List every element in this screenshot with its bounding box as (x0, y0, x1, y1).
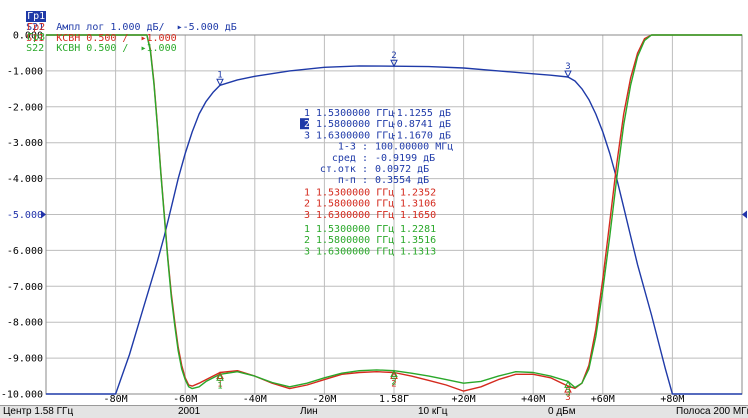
stat-row: ст.отк : 0.0972 дБ (320, 164, 429, 175)
marker-value: 1.1650 (400, 210, 436, 221)
trace-header: Гр1 S21 Ампл лог 1.000 дБ/ ▸-5.000 дБ Гр… (0, 0, 748, 54)
x-tick-label: +80М (660, 394, 684, 405)
status-points[interactable]: 2001 (178, 406, 200, 418)
status-bar: Центр 1.58 ГГц 2001 Лин 10 кГц 0 дБм Пол… (0, 405, 748, 418)
stat-label: 1-3 : (338, 142, 368, 153)
marker-index: 3 (304, 130, 310, 141)
y-tick-label: -1.000 (7, 66, 43, 77)
stat-value: -0.9199 дБ (375, 153, 435, 164)
marker-value: 1.2352 (400, 187, 436, 198)
marker-frequency: 1.6300000 ГГц (316, 246, 394, 257)
trace-marker-number: 3 (565, 388, 570, 398)
status-power[interactable]: 0 дБм (548, 406, 576, 418)
marker-value: -1.1670 дБ (391, 130, 451, 141)
y-tick-label: -10.000 (1, 390, 43, 401)
marker-row-tr2: 1 1.5300000 ГГц 1.2352 (304, 187, 436, 198)
stat-label: п-п : (338, 175, 368, 186)
x-tick-label: +60М (591, 394, 615, 405)
x-tick-label: -60М (173, 394, 197, 405)
x-tick-label: +40М (521, 394, 545, 405)
marker-index: 3 (304, 246, 310, 257)
marker-index: 1 (304, 108, 310, 119)
stat-row: сред : -0.9199 дБ (332, 153, 435, 164)
plot-area[interactable]: 0.000-1.000-2.000-3.000-4.000-5.000-6.00… (0, 0, 748, 418)
trace3-settings: S22 КСВН 0.500 / ▸1.000 (26, 43, 177, 54)
marker-value: 1.3106 (400, 199, 436, 210)
y-tick-label: -8.000 (7, 318, 43, 329)
trace-marker-number: 2 (391, 378, 396, 388)
marker-frequency: 1.6300000 ГГц (316, 130, 394, 141)
marker-row-tr3: 2 1.5800000 ГГц 1.3516 (304, 235, 436, 246)
y-tick-label: -2.000 (7, 102, 43, 113)
stat-row: 1-3 : 100.00000 МГц (338, 142, 453, 153)
x-tick-labels: -80М -60М -40М -20М 1.58Г +20М +40М +60М +80М (104, 394, 685, 405)
trace-marker-number: 2 (391, 51, 396, 61)
marker-row-tr1: 2 1.5800000 ГГц-0.8741 дБ (300, 118, 451, 130)
marker-row-tr2: 3 1.6300000 ГГц 1.1650 (304, 210, 436, 221)
trace-marker-number: 1 (217, 70, 222, 80)
marker-frequency: 1.5800000 ГГц (316, 235, 394, 246)
marker-value: 1.3516 (400, 235, 436, 246)
marker-value: 1.2281 (400, 224, 436, 235)
y-tick-label: -7.000 (7, 282, 43, 293)
marker-row-tr2: 2 1.5800000 ГГц 1.3106 (304, 199, 436, 210)
stat-value: 100.00000 МГц (375, 142, 453, 153)
trace1-header-line[interactable]: Гр1 S21 Ампл лог 1.000 дБ/ ▸-5.000 дБ (2, 0, 237, 33)
marker-frequency: 1.5300000 ГГц (316, 224, 394, 235)
x-tick-label: -80М (104, 394, 128, 405)
status-span[interactable]: Полоса 200 МГц (676, 406, 748, 418)
status-sweep-type[interactable]: Лин (300, 406, 318, 418)
stat-value: 0.0972 дБ (375, 164, 429, 175)
y-tick-label: -3.000 (7, 138, 43, 149)
stat-row: п-п : 0.3554 дБ (338, 175, 429, 186)
marker-frequency: 1.5800000 ГГц (316, 199, 394, 210)
x-tick-label: -40М (243, 394, 267, 405)
marker-index: 2 (304, 119, 310, 130)
marker-frequency: 1.5300000 ГГц (316, 187, 394, 198)
marker-value: -1.1255 дБ (391, 108, 451, 119)
x-tick-label: 1.58Г (379, 394, 409, 405)
marker-row-tr1: 1 1.5300000 ГГц-1.1255 дБ (304, 108, 451, 119)
marker-index: 1 (304, 187, 310, 198)
marker-row-tr3: 1 1.5300000 ГГц 1.2281 (304, 224, 436, 235)
marker-index: 2 (304, 235, 310, 246)
trace-marker-number: 1 (217, 381, 222, 391)
marker-row-tr1: 3 1.6300000 ГГц-1.1670 дБ (304, 130, 451, 141)
marker-frequency: 1.5300000 ГГц (316, 108, 394, 119)
status-if-bandwidth[interactable]: 10 кГц (418, 406, 447, 418)
y-tick-label: -5.000 (7, 210, 43, 221)
y-tick-label: -9.000 (7, 354, 43, 365)
stat-label: ст.отк : (320, 164, 368, 175)
status-center-frequency[interactable]: Центр 1.58 ГГц (3, 406, 73, 418)
y-tick-label: -6.000 (7, 246, 43, 257)
marker-index: 1 (304, 224, 310, 235)
x-tick-label: +20М (452, 394, 476, 405)
y-tick-label: -4.000 (7, 174, 43, 185)
stat-value: 0.3554 дБ (375, 175, 429, 186)
trace3-label[interactable]: Гр3 (26, 32, 46, 43)
marker-index: 2 (304, 199, 310, 210)
marker-value: 1.1313 (400, 246, 436, 257)
stat-label: сред : (332, 153, 368, 164)
marker-frequency: 1.5800000 ГГц (316, 119, 394, 130)
trace3-header-line[interactable]: Гр3 S22 КСВН 0.500 / ▸1.000 (2, 21, 177, 54)
marker-value: -0.8741 дБ (391, 119, 451, 130)
trace-marker-number: 3 (565, 62, 570, 72)
x-tick-label: -20М (312, 394, 336, 405)
marker-index: 3 (304, 210, 310, 221)
marker-frequency: 1.6300000 ГГц (316, 210, 394, 221)
marker-row-tr3: 3 1.6300000 ГГц 1.1313 (304, 246, 436, 257)
